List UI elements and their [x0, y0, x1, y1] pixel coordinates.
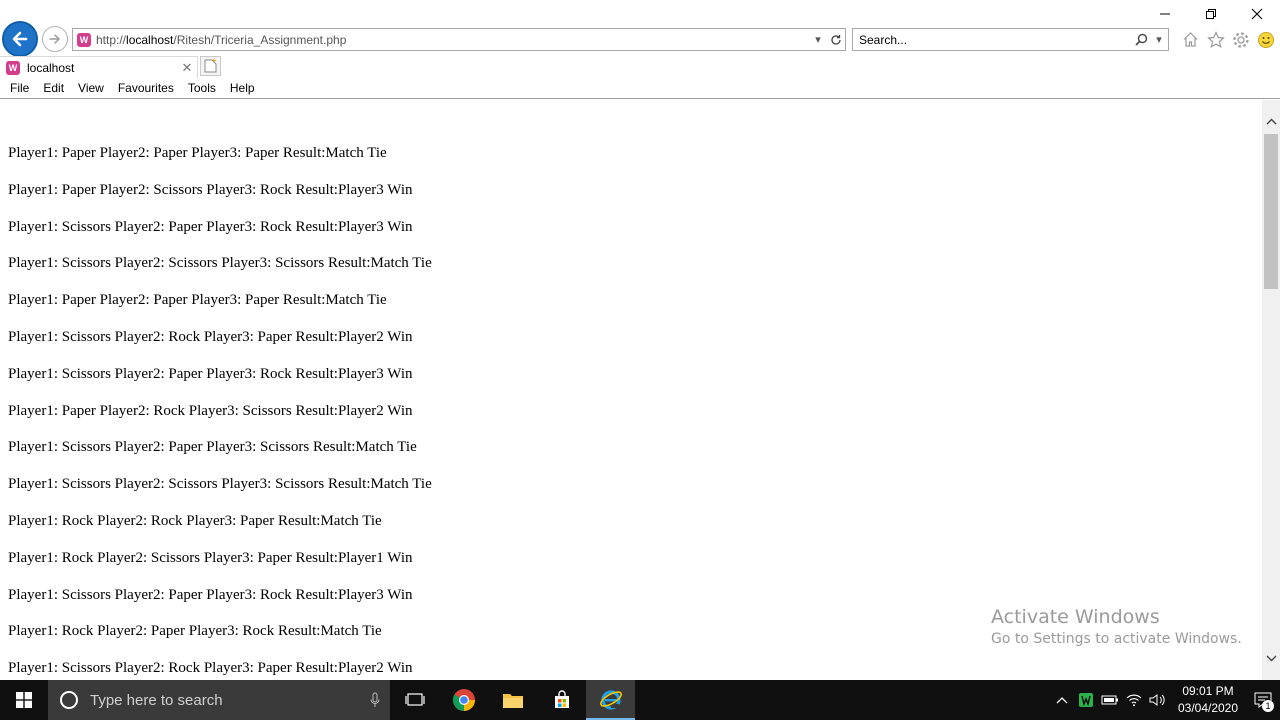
feedback-smiley-icon[interactable] — [1255, 29, 1276, 50]
scroll-down-icon[interactable] — [1262, 650, 1280, 667]
page-content: Player1: Paper Player2: Paper Player3: P… — [0, 100, 1262, 680]
action-center-button[interactable]: 1 — [1246, 680, 1280, 720]
result-line: Player1: Rock Player2: Paper Player3: Ro… — [8, 623, 382, 640]
home-icon[interactable] — [1180, 29, 1201, 50]
result-line: Player1: Rock Player2: Scissors Player3:… — [8, 549, 413, 566]
minimize-icon — [1160, 13, 1170, 15]
site-favicon-icon: W — [77, 32, 91, 47]
chrome-icon[interactable] — [439, 680, 488, 720]
menu-bar: File Edit View Favourites Tools Help — [0, 78, 1280, 99]
microphone-icon[interactable] — [360, 692, 390, 708]
back-button[interactable] — [2, 21, 38, 57]
result-line: Player1: Scissors Player2: Paper Player3… — [8, 439, 417, 456]
forward-arrow-icon — [49, 34, 60, 44]
tab-title: localhost — [27, 60, 75, 75]
tab-bar: W localhost ✕ — [0, 56, 1280, 78]
menu-file[interactable]: File — [3, 81, 36, 95]
result-line: Player1: Scissors Player2: Paper Player3… — [8, 586, 413, 603]
address-dropdown-icon[interactable]: ▾ — [809, 29, 827, 50]
result-line: Player1: Paper Player2: Paper Player3: P… — [8, 292, 387, 309]
result-line: Player1: Scissors Player2: Scissors Play… — [8, 255, 432, 272]
search-icon[interactable] — [1132, 29, 1150, 50]
file-explorer-icon[interactable] — [488, 680, 537, 720]
scrollbar-thumb[interactable] — [1264, 134, 1278, 289]
tab-localhost[interactable]: W localhost ✕ — [0, 56, 198, 78]
new-tab-button[interactable] — [200, 56, 221, 76]
result-line: Player1: Scissors Player2: Paper Player3… — [8, 365, 413, 382]
search-dropdown-icon[interactable]: ▾ — [1150, 29, 1168, 50]
menu-help[interactable]: Help — [223, 81, 262, 95]
result-line: Player1: Rock Player2: Rock Player3: Pap… — [8, 512, 382, 529]
cortana-circle-icon — [60, 691, 78, 709]
taskbar-search-box[interactable]: Type here to search — [48, 680, 390, 720]
close-icon — [1251, 8, 1263, 20]
wamp-server-icon[interactable] — [1074, 680, 1098, 720]
watermark-title: Activate Windows — [991, 606, 1160, 628]
battery-icon[interactable] — [1098, 680, 1122, 720]
windows-taskbar: Type here to search 09:01 PM 03/04/2020 … — [0, 680, 1280, 720]
minimize-button[interactable] — [1142, 0, 1188, 28]
menu-view[interactable]: View — [71, 81, 111, 95]
result-line: Player1: Scissors Player2: Scissors Play… — [8, 476, 432, 493]
settings-gear-icon[interactable] — [1230, 29, 1251, 50]
tab-close-icon[interactable]: ✕ — [177, 60, 197, 76]
result-line: Player1: Paper Player2: Paper Player3: P… — [8, 145, 387, 161]
clock-time: 09:01 PM — [1182, 684, 1234, 698]
address-bar[interactable]: W http://localhost/Ritesh/Triceria_Assig… — [72, 28, 846, 51]
notification-count-badge: 1 — [1262, 700, 1274, 712]
browser-toolbar: W http://localhost/Ritesh/Triceria_Assig… — [0, 0, 1280, 57]
task-view-icon[interactable] — [390, 680, 439, 720]
activate-windows-watermark: Activate Windows Go to Settings to activ… — [991, 605, 1242, 649]
result-line: Player1: Paper Player2: Rock Player3: Sc… — [8, 402, 413, 419]
system-clock[interactable]: 09:01 PM 03/04/2020 — [1170, 683, 1246, 717]
vertical-scrollbar[interactable] — [1262, 100, 1280, 680]
result-line: Player1: Paper Player2: Scissors Player3… — [8, 181, 413, 198]
forward-button[interactable] — [42, 26, 68, 52]
search-input[interactable] — [853, 32, 1132, 47]
menu-tools[interactable]: Tools — [181, 81, 223, 95]
system-tray: 09:01 PM 03/04/2020 1 — [1050, 680, 1280, 720]
watermark-subtitle: Go to Settings to activate Windows. — [991, 631, 1242, 647]
windows-logo-icon — [16, 692, 32, 708]
restore-button[interactable] — [1188, 0, 1234, 28]
taskbar-search-placeholder: Type here to search — [90, 691, 223, 709]
favorites-star-icon[interactable] — [1205, 29, 1226, 50]
new-tab-icon — [204, 59, 217, 73]
refresh-icon[interactable] — [827, 29, 845, 50]
close-window-button[interactable] — [1234, 0, 1280, 28]
scroll-up-icon[interactable] — [1262, 113, 1280, 130]
result-line: Player1: Scissors Player2: Rock Player3:… — [8, 328, 413, 345]
clock-date: 03/04/2020 — [1177, 701, 1239, 715]
result-line: Player1: Scissors Player2: Paper Player3… — [8, 218, 413, 235]
wifi-icon[interactable] — [1122, 680, 1146, 720]
url-text[interactable]: http://localhost/Ritesh/Triceria_Assignm… — [96, 33, 809, 47]
result-line: Player1: Scissors Player2: Rock Player3:… — [8, 660, 413, 677]
menu-edit[interactable]: Edit — [36, 81, 71, 95]
volume-icon[interactable] — [1146, 680, 1170, 720]
menu-favourites[interactable]: Favourites — [111, 81, 181, 95]
search-box[interactable]: ▾ — [852, 28, 1169, 51]
internet-explorer-icon[interactable] — [586, 680, 635, 720]
back-arrow-icon — [12, 31, 28, 47]
store-icon[interactable] — [537, 680, 586, 720]
show-hidden-icons-chevron-icon[interactable] — [1050, 680, 1074, 720]
restore-icon — [1206, 9, 1216, 19]
tab-favicon-icon: W — [6, 60, 20, 75]
results-list: Player1: Paper Player2: Paper Player3: P… — [8, 145, 432, 680]
start-button[interactable] — [0, 680, 48, 720]
